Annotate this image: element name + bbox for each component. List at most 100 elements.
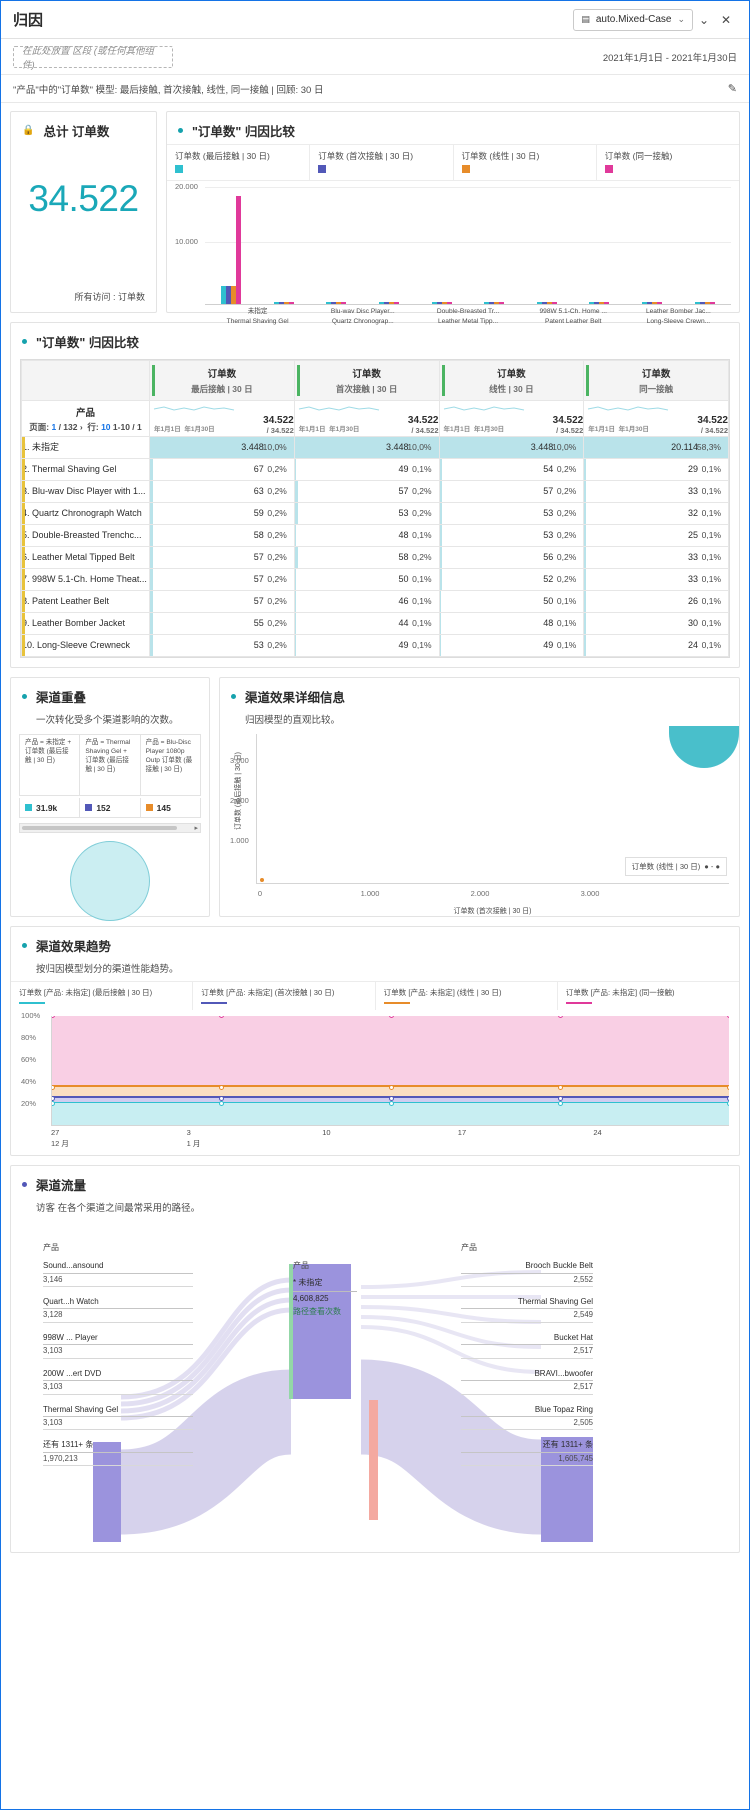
bar-group[interactable] [678, 187, 731, 305]
table-cell[interactable]: 54 0,2% [438, 458, 585, 481]
bar-group[interactable] [468, 187, 521, 305]
table-cell[interactable]: 57 0,2% [293, 480, 440, 503]
trend-legend-item[interactable]: 订单数 [产品: 未指定] (首次接触 | 30 日) [193, 982, 376, 1011]
table-cell[interactable]: 56 0,2% [438, 546, 585, 569]
bar-legend-item[interactable]: 订单数 (最后接触 | 30 日) [167, 145, 311, 181]
trend-data-point[interactable] [52, 1095, 55, 1101]
bar-legend-item[interactable]: 订单数 (线性 | 30 日) [454, 145, 597, 181]
bar[interactable] [499, 302, 505, 305]
table-cell[interactable]: 67 0,2% [149, 458, 295, 481]
metric-header-cell[interactable]: 订单数 同一接触 [583, 360, 729, 401]
table-cell[interactable]: 49 0,1% [293, 458, 440, 481]
trend-legend-item[interactable]: 订单数 [产品: 未指定] (线性 | 30 日) [376, 982, 558, 1011]
table-cell[interactable]: 57 0,2% [438, 480, 585, 503]
table-cell[interactable]: 3.448 10,0% [438, 436, 585, 459]
table-cell[interactable]: 25 0,1% [583, 524, 729, 547]
table-row[interactable]: 5. Double-Breasted Trenchc... 58 0,2% 48 0,1… [21, 524, 729, 547]
table-row[interactable]: 2. Thermal Shaving Gel 67 0,2% 49 0,1% 54 0,2%… [21, 458, 729, 481]
overlap-scrollbar[interactable]: ▸ [19, 823, 201, 833]
bar-group[interactable] [626, 187, 679, 305]
trend-data-point[interactable] [52, 1084, 55, 1090]
sankey-node[interactable] [369, 1400, 378, 1520]
sankey-node-label[interactable]: Quart...h Watch 3,128 [43, 1295, 193, 1323]
bar-group[interactable] [310, 187, 363, 305]
table-row[interactable]: 8. Patent Leather Belt 57 0,2% 46 0,1% 50 0,1%… [21, 590, 729, 613]
sankey-node-label[interactable]: 200W ...ert DVD 3,103 [43, 1367, 193, 1395]
sankey-node-label[interactable]: Blue Topaz Ring 2,505 [461, 1403, 593, 1431]
table-row[interactable]: 6. Leather Metal Tipped Belt 57 0,2% 58 0,2%… [21, 546, 729, 569]
bar-legend-item[interactable]: 订单数 (首次接触 | 30 日) [310, 145, 454, 181]
sankey-node-label[interactable]: Brooch Buckle Belt 2,552 [461, 1259, 593, 1287]
scroll-right-arrow[interactable]: ▸ [194, 824, 198, 832]
table-cell[interactable]: 55 0,2% [149, 612, 295, 635]
table-cell[interactable]: 32 0,1% [583, 502, 729, 525]
table-cell[interactable]: 20.114 58,3% [583, 436, 729, 459]
table-cell[interactable]: 49 0,1% [438, 634, 585, 657]
table-cell[interactable]: 48 0,1% [438, 612, 585, 635]
bar[interactable] [446, 302, 452, 305]
overlap-column-value[interactable]: 152 [80, 798, 141, 817]
trend-data-point[interactable] [388, 1101, 394, 1107]
table-cell[interactable]: 44 0,1% [293, 612, 440, 635]
table-row[interactable]: 7. 998W 5.1-Ch. Home Theat... 57 0,2% 50 0,1… [21, 568, 729, 591]
table-row[interactable]: 1. 未指定 3.448 10,0% 3.448 10,0% 3.448 10,0% 20.1… [21, 436, 729, 459]
trend-data-point[interactable] [219, 1095, 225, 1101]
close-panel-button[interactable]: ✕ [715, 9, 737, 31]
sankey-node-label[interactable]: Thermal Shaving Gel 2,549 [461, 1295, 593, 1323]
trend-data-point[interactable] [557, 1095, 563, 1101]
table-cell[interactable]: 30 0,1% [583, 612, 729, 635]
trend-data-point[interactable] [388, 1084, 394, 1090]
trend-data-point[interactable] [727, 1101, 729, 1107]
trend-legend-item[interactable]: 订单数 [产品: 未指定] (同一接触) [558, 982, 739, 1010]
trend-data-point[interactable] [727, 1095, 729, 1101]
table-cell[interactable]: 57 0,2% [149, 568, 295, 591]
table-cell[interactable]: 59 0,2% [149, 502, 295, 525]
bar[interactable] [709, 302, 715, 305]
sankey-node-label[interactable]: * 未指定 4,608,825 路径查看次数 [293, 1277, 357, 1318]
bar[interactable] [394, 302, 400, 305]
bar-group[interactable] [205, 187, 258, 305]
row-dimension-name[interactable]: 9. Leather Bomber Jacket [21, 612, 150, 635]
bar[interactable] [551, 302, 557, 305]
trend-data-point[interactable] [557, 1101, 563, 1107]
table-row[interactable]: 10. Long-Sleeve Crewneck 53 0,2% 49 0,1% 49 0,… [21, 634, 729, 657]
table-cell[interactable]: 57 0,2% [149, 590, 295, 613]
row-dimension-name[interactable]: 3. Blu-wav Disc Player with 1... [21, 480, 150, 503]
scrollbar-thumb[interactable] [22, 826, 177, 830]
table-cell[interactable]: 3.448 10,0% [149, 436, 295, 459]
table-cell[interactable]: 53 0,2% [438, 502, 585, 525]
table-row[interactable]: 3. Blu-wav Disc Player with 1... 63 0,2% 57… [21, 480, 729, 503]
row-dimension-name[interactable]: 2. Thermal Shaving Gel [21, 458, 150, 481]
table-cell[interactable]: 58 0,2% [149, 524, 295, 547]
pencil-icon[interactable]: ✎ [728, 82, 737, 95]
table-cell[interactable]: 33 0,1% [583, 480, 729, 503]
pagination-controls[interactable]: 页面: 1 / 132 › 行: 10 1-10 / 1 [22, 421, 149, 433]
bar[interactable] [236, 196, 242, 305]
bar-group[interactable] [363, 187, 416, 305]
sankey-node-label[interactable]: BRAVI...bwoofer 2,517 [461, 1367, 593, 1395]
sankey-node-label[interactable]: 998W ... Player 3,103 [43, 1331, 193, 1359]
table-cell[interactable]: 29 0,1% [583, 458, 729, 481]
table-cell[interactable]: 52 0,2% [438, 568, 585, 591]
table-cell[interactable]: 53 0,2% [293, 502, 440, 525]
collapse-panel-button[interactable]: ⌄ [693, 9, 715, 31]
table-cell[interactable]: 53 0,2% [149, 634, 295, 657]
table-cell[interactable]: 58 0,2% [293, 546, 440, 569]
bar-legend-item[interactable]: 订单数 (同一接触) [597, 145, 739, 180]
overlap-column-value[interactable]: 145 [141, 798, 200, 817]
bar[interactable] [341, 302, 347, 305]
trend-legend-item[interactable]: 订单数 [产品: 未指定] (最后接触 | 30 日) [11, 982, 194, 1011]
table-cell[interactable]: 48 0,1% [293, 524, 440, 547]
sankey-node-label[interactable]: Sound...ansound 3,146 [43, 1259, 193, 1287]
trend-data-point[interactable] [557, 1084, 563, 1090]
table-cell[interactable]: 53 0,2% [438, 524, 585, 547]
sankey-node-label[interactable]: Bucket Hat 2,517 [461, 1331, 593, 1359]
table-cell[interactable]: 46 0,1% [293, 590, 440, 613]
bar-group[interactable] [521, 187, 574, 305]
table-cell[interactable]: 63 0,2% [149, 480, 295, 503]
row-dimension-name[interactable]: 4. Quartz Chronograph Watch [21, 502, 150, 525]
row-dimension-name[interactable]: 5. Double-Breasted Trenchc... [21, 524, 150, 547]
date-range-label[interactable]: 2021年1月1日 - 2021年1月30日 [603, 50, 737, 64]
row-dimension-name[interactable]: 1. 未指定 [21, 436, 150, 459]
table-cell[interactable]: 33 0,1% [583, 546, 729, 569]
